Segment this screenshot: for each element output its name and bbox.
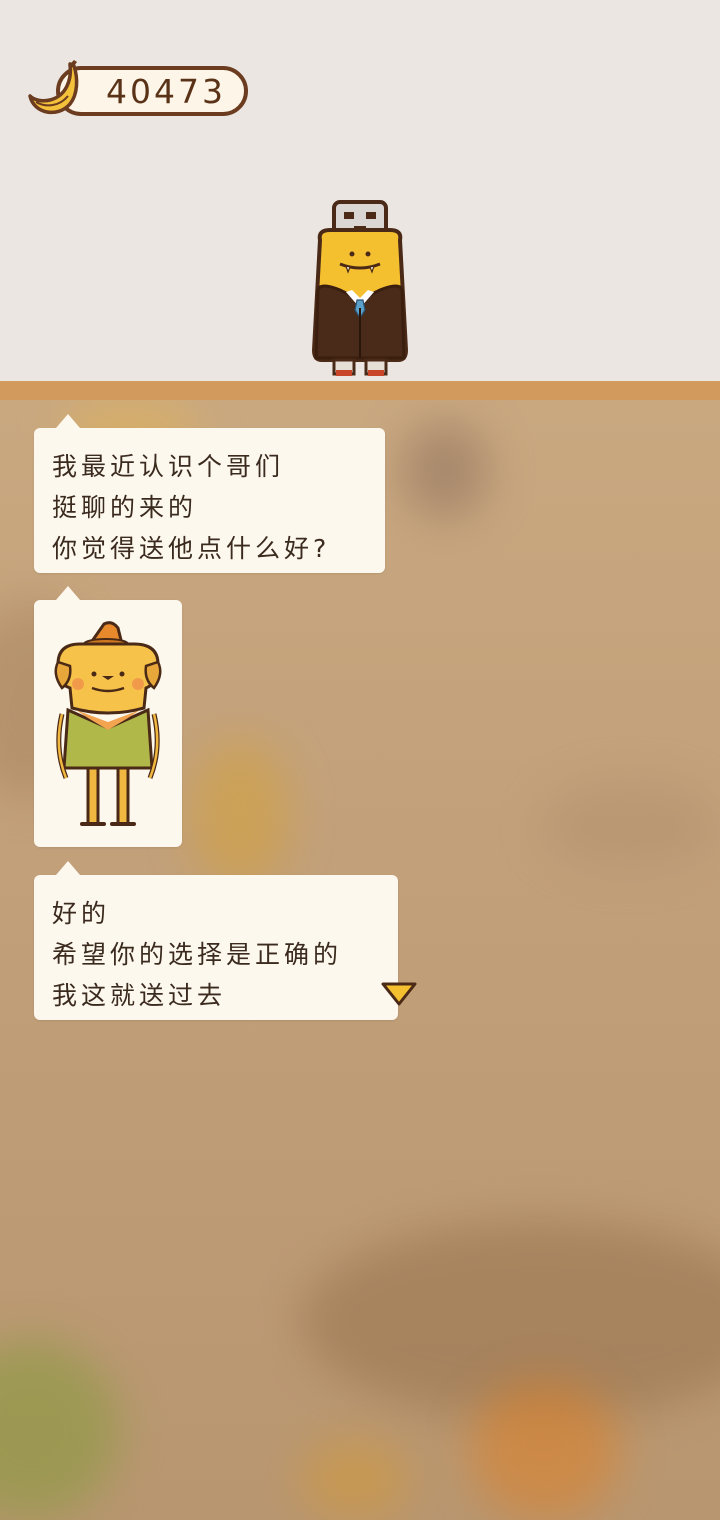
- dialogue-text: 好的 希望你的选择是正确的 我这就送过去: [52, 899, 343, 1010]
- dialogue-text: 我最近认识个哥们 挺聊的来的 你觉得送他点什么好?: [52, 452, 331, 563]
- gift-dog-character: [54, 621, 162, 826]
- banana-count: 40473: [106, 72, 226, 111]
- triangle-down-icon[interactable]: [380, 980, 418, 1008]
- dialogue-bubble-reply: 好的 希望你的选择是正确的 我这就送过去: [34, 861, 398, 1020]
- usb-head-suit-character[interactable]: [310, 200, 410, 382]
- dialogue-bubble-gift: [34, 586, 182, 847]
- banana-icon: [28, 60, 79, 115]
- dialogue-bubble-question: 我最近认识个哥们 挺聊的来的 你觉得送他点什么好?: [34, 414, 385, 573]
- shelf-ledge: [0, 381, 720, 400]
